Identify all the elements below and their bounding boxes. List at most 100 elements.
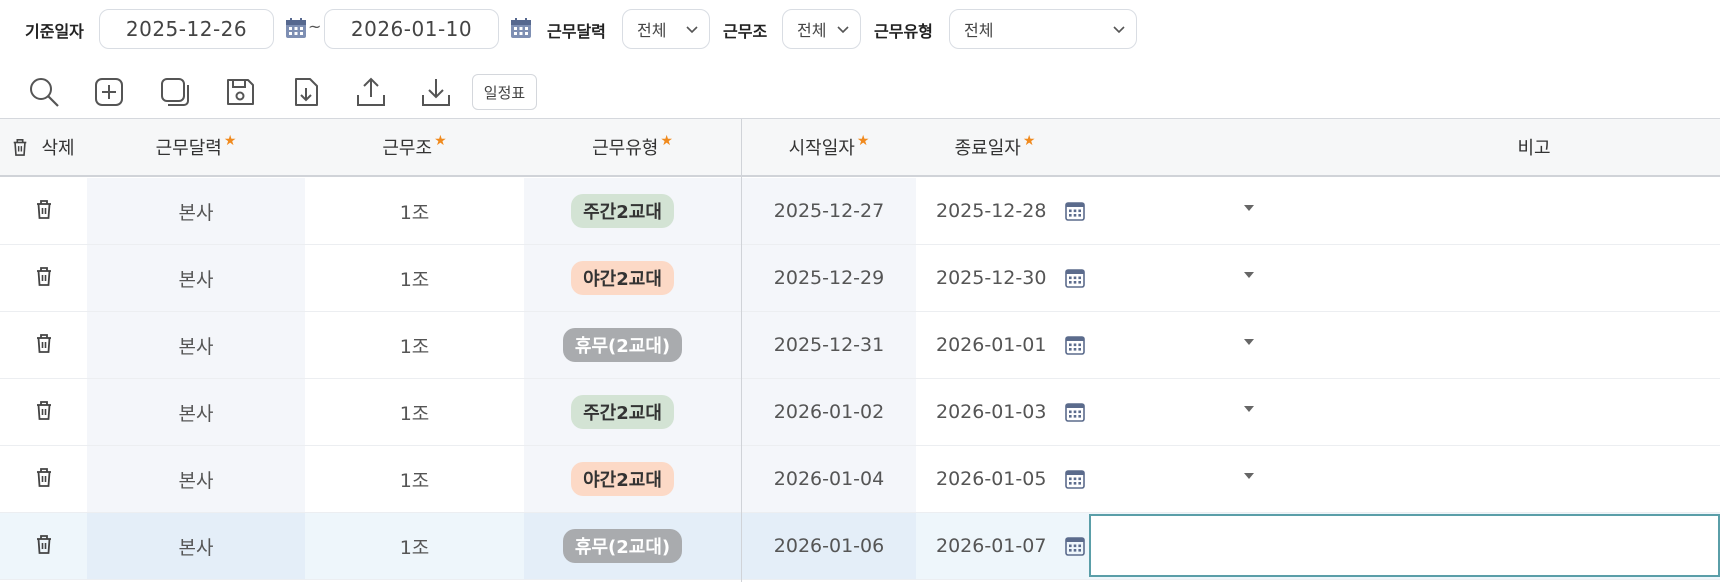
calendar-cell[interactable]: 본사 <box>87 245 305 311</box>
shift-group-cell[interactable]: 1조 <box>305 513 524 579</box>
import-icon[interactable] <box>286 72 326 112</box>
end-date-value: 2026-01-07 <box>936 535 1047 557</box>
col-header-work-type-label: 근무유형 <box>592 138 659 159</box>
work-type-filter-label: 근무유형 <box>874 22 933 41</box>
calendar-cell[interactable]: 본사 <box>87 312 305 378</box>
calendar-cell[interactable]: 본사 <box>87 379 305 445</box>
work-type-cell[interactable]: 주간2교대 <box>524 379 1254 445</box>
start-date-cell[interactable]: 2025-12-27 <box>742 178 916 244</box>
work-type-select-value: 전체 <box>964 21 994 40</box>
work-type-cell[interactable]: 야간2교대 <box>524 245 1254 311</box>
shift-group-cell[interactable]: 1조 <box>305 245 524 311</box>
delete-row-button[interactable] <box>0 245 87 311</box>
calendar-icon[interactable] <box>283 15 309 41</box>
start-date-cell[interactable]: 2025-12-31 <box>742 312 916 378</box>
required-star: ★ <box>434 133 447 149</box>
end-date-cell[interactable]: 2026-01-05 <box>916 446 1089 512</box>
work-type-cell[interactable]: 주간2교대 <box>524 178 1254 244</box>
work-type-badge: 야간2교대 <box>571 462 674 496</box>
work-type-badge: 야간2교대 <box>571 261 674 295</box>
end-date-value: 2026-01-03 <box>936 401 1047 423</box>
col-header-end-date[interactable]: 종료일자 ★ <box>916 119 1074 175</box>
frozen-column-divider <box>741 119 742 582</box>
remarks-cell[interactable] <box>1089 312 1720 378</box>
table-row[interactable]: 본사 1조 휴무(2교대) 2026-01-06 2026-01-07 <box>0 513 1720 580</box>
download-icon[interactable] <box>416 72 456 112</box>
remarks-cell[interactable] <box>1089 178 1720 244</box>
calendar-icon[interactable] <box>508 15 534 41</box>
work-type-cell[interactable]: 야간2교대 <box>524 446 1254 512</box>
calendar-cell[interactable]: 본사 <box>87 513 305 579</box>
trash-icon <box>14 138 27 156</box>
schedule-grid: 삭제 근무달력 ★ 근무조 ★ 근무유형 ★ 시작일자 ★ 종료일자 ★ 비고 본사 1조 주… <box>0 118 1720 582</box>
calendar-icon[interactable] <box>1064 334 1086 356</box>
start-date-cell[interactable]: 2026-01-04 <box>742 446 916 512</box>
col-header-shift-group[interactable]: 근무조 ★ <box>305 119 524 175</box>
calendar-select[interactable]: 전체 <box>622 9 710 49</box>
start-date-cell[interactable]: 2026-01-02 <box>742 379 916 445</box>
col-header-calendar[interactable]: 근무달력 ★ <box>87 119 305 175</box>
remarks-cell[interactable] <box>1089 245 1720 311</box>
shift-group-cell[interactable]: 1조 <box>305 178 524 244</box>
col-header-work-type[interactable]: 근무유형 ★ <box>524 119 741 175</box>
schedule-button[interactable]: 일정표 <box>472 74 537 110</box>
shift-group-cell[interactable]: 1조 <box>305 446 524 512</box>
end-date-cell[interactable]: 2025-12-30 <box>916 245 1089 311</box>
trash-icon <box>34 533 54 560</box>
copy-icon[interactable] <box>155 72 195 112</box>
upload-icon[interactable] <box>351 72 391 112</box>
remarks-edit-input[interactable] <box>1089 514 1720 577</box>
date-from-input[interactable]: 2025-12-26 <box>99 9 274 49</box>
calendar-icon[interactable] <box>1064 200 1086 222</box>
work-type-select[interactable]: 전체 <box>949 9 1137 49</box>
col-header-remarks[interactable]: 비고 <box>1400 119 1668 175</box>
calendar-icon[interactable] <box>1064 468 1086 490</box>
table-row[interactable]: 본사 1조 휴무(2교대) 2025-12-31 2026-01-01 <box>0 312 1720 379</box>
delete-row-button[interactable] <box>0 446 87 512</box>
trash-icon <box>34 399 54 426</box>
col-header-delete[interactable]: 삭제 <box>0 119 86 175</box>
trash-icon <box>34 332 54 359</box>
date-to-input[interactable]: 2026-01-10 <box>324 9 499 49</box>
col-header-start-date[interactable]: 시작일자 ★ <box>742 119 916 175</box>
shift-group-select[interactable]: 전체 <box>782 9 861 49</box>
shift-group-cell[interactable]: 1조 <box>305 312 524 378</box>
work-type-cell[interactable]: 휴무(2교대) <box>524 513 1254 579</box>
table-row[interactable]: 본사 1조 야간2교대 2026-01-04 2026-01-05 <box>0 446 1720 513</box>
col-header-calendar-label: 근무달력 <box>155 138 222 159</box>
end-date-value: 2025-12-30 <box>936 267 1047 289</box>
save-icon[interactable] <box>220 72 260 112</box>
calendar-select-value: 전체 <box>637 21 667 40</box>
work-type-badge: 휴무(2교대) <box>562 328 683 362</box>
search-icon[interactable] <box>24 72 64 112</box>
table-row[interactable]: 본사 1조 주간2교대 2026-01-02 2026-01-03 <box>0 379 1720 446</box>
required-star: ★ <box>660 133 673 149</box>
work-type-badge: 주간2교대 <box>571 194 674 228</box>
end-date-cell[interactable]: 2025-12-28 <box>916 178 1089 244</box>
work-type-cell[interactable]: 휴무(2교대) <box>524 312 1254 378</box>
trash-icon <box>34 466 54 493</box>
calendar-cell[interactable]: 본사 <box>87 178 305 244</box>
delete-row-button[interactable] <box>0 312 87 378</box>
start-date-cell[interactable]: 2026-01-06 <box>742 513 916 579</box>
remarks-cell[interactable] <box>1089 446 1720 512</box>
chevron-down-icon <box>1113 26 1125 34</box>
calendar-cell[interactable]: 본사 <box>87 446 305 512</box>
col-header-remarks-label: 비고 <box>1517 138 1551 159</box>
table-row[interactable]: 본사 1조 야간2교대 2025-12-29 2025-12-30 <box>0 245 1720 312</box>
calendar-icon[interactable] <box>1064 535 1086 557</box>
end-date-cell[interactable]: 2026-01-07 <box>916 513 1089 579</box>
remarks-cell[interactable] <box>1089 379 1720 445</box>
col-header-end-date-label: 종료일자 <box>954 138 1021 159</box>
delete-row-button[interactable] <box>0 178 87 244</box>
delete-row-button[interactable] <box>0 379 87 445</box>
end-date-cell[interactable]: 2026-01-03 <box>916 379 1089 445</box>
end-date-cell[interactable]: 2026-01-01 <box>916 312 1089 378</box>
calendar-icon[interactable] <box>1064 267 1086 289</box>
start-date-cell[interactable]: 2025-12-29 <box>742 245 916 311</box>
shift-group-cell[interactable]: 1조 <box>305 379 524 445</box>
delete-row-button[interactable] <box>0 513 87 579</box>
add-icon[interactable] <box>89 72 129 112</box>
calendar-icon[interactable] <box>1064 401 1086 423</box>
table-row[interactable]: 본사 1조 주간2교대 2025-12-27 2025-12-28 <box>0 178 1720 245</box>
